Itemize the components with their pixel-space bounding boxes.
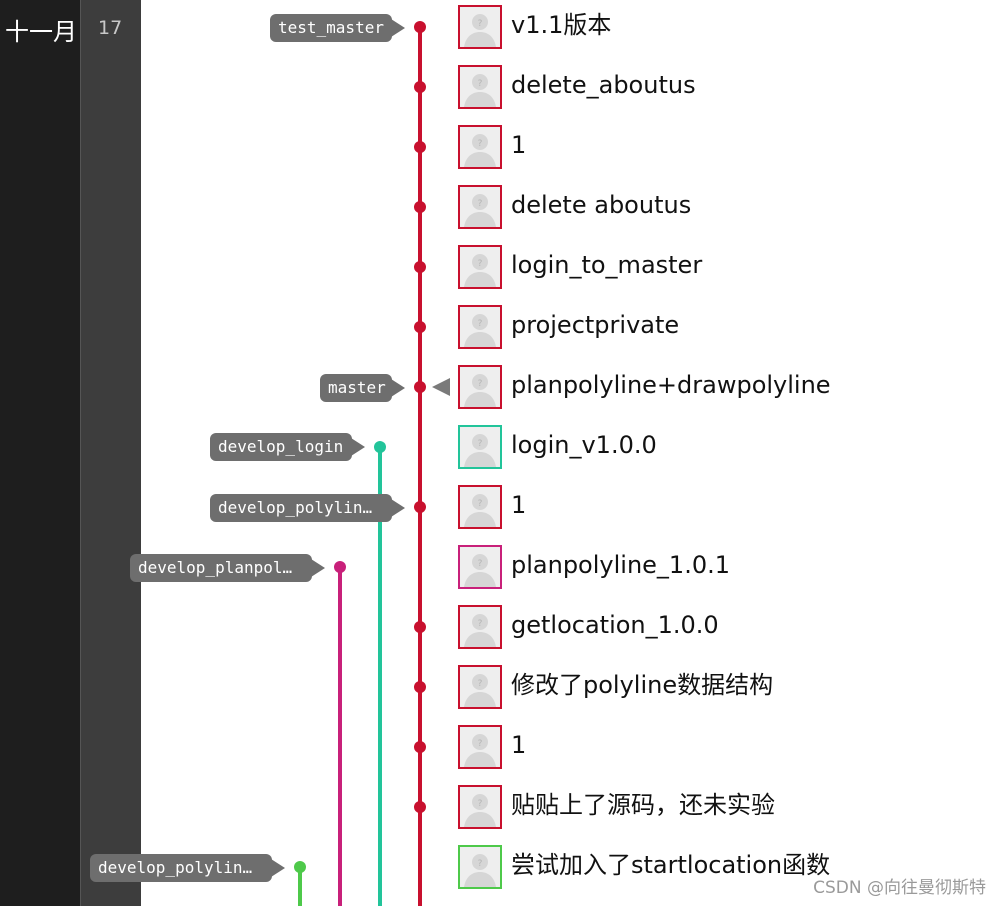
commit-row[interactable]: ? 1 (458, 485, 998, 529)
commit-message: 修改了polyline数据结构 (511, 671, 774, 699)
commit-dot (414, 321, 426, 333)
commit-dot (414, 681, 426, 693)
commit-row[interactable]: ? delete aboutus (458, 185, 998, 229)
commit-dot (294, 861, 306, 873)
commit-message: projectprivate (511, 311, 680, 339)
branch-tag-develop-planpol[interactable]: develop_planpol… (130, 554, 325, 582)
avatar-icon: ? (458, 245, 502, 289)
avatar-icon: ? (458, 845, 502, 889)
svg-text:?: ? (478, 499, 483, 509)
watermark: CSDN @向往曼彻斯特 (813, 878, 986, 898)
commit-row[interactable]: ? 1 (458, 725, 998, 769)
commit-message: v1.1版本 (511, 11, 612, 39)
commit-dot (414, 381, 426, 393)
avatar-icon: ? (458, 785, 502, 829)
svg-text:?: ? (478, 559, 483, 569)
commit-message: delete aboutus (511, 191, 692, 219)
commit-row[interactable]: ? login_to_master (458, 245, 998, 289)
commit-row[interactable]: ? v1.1版本 (458, 5, 998, 49)
avatar-icon: ? (458, 605, 502, 649)
avatar-icon: ? (458, 545, 502, 589)
avatar-icon: ? (458, 365, 502, 409)
avatar-icon: ? (458, 485, 502, 529)
commit-message: planpolyline_1.0.1 (511, 551, 730, 579)
head-pointer-icon (432, 378, 450, 396)
commit-dot (414, 801, 426, 813)
commit-dot (414, 621, 426, 633)
commit-dot (414, 741, 426, 753)
branch-tag-master[interactable]: master (320, 374, 405, 402)
commit-dot (414, 141, 426, 153)
commit-dot (414, 501, 426, 513)
commit-row[interactable]: ? 修改了polyline数据结构 (458, 665, 998, 709)
commit-dot (374, 441, 386, 453)
branch-tag-develop-polyline[interactable]: develop_polylin… (210, 494, 405, 522)
svg-text:?: ? (478, 619, 483, 629)
avatar-icon: ? (458, 425, 502, 469)
avatar-icon: ? (458, 725, 502, 769)
avatar-icon: ? (458, 185, 502, 229)
svg-text:?: ? (478, 799, 483, 809)
svg-text:?: ? (478, 319, 483, 329)
svg-text:?: ? (478, 259, 483, 269)
svg-text:?: ? (478, 859, 483, 869)
commit-row[interactable]: ? planpolyline_1.0.1 (458, 545, 998, 589)
commit-message: getlocation_1.0.0 (511, 611, 719, 639)
avatar-icon: ? (458, 125, 502, 169)
commit-row[interactable]: ? projectprivate (458, 305, 998, 349)
svg-text:?: ? (478, 439, 483, 449)
commit-row[interactable]: ? 1 (458, 125, 998, 169)
commit-dot (414, 21, 426, 33)
commit-dot (414, 201, 426, 213)
svg-text:?: ? (478, 379, 483, 389)
avatar-icon: ? (458, 665, 502, 709)
commit-row[interactable]: ? getlocation_1.0.0 (458, 605, 998, 649)
commit-message: 1 (511, 131, 527, 159)
commit-message: login_to_master (511, 251, 703, 279)
svg-text:?: ? (478, 739, 483, 749)
commit-message: 尝试加入了startlocation函数 (511, 851, 831, 879)
svg-text:?: ? (478, 199, 483, 209)
commit-message: login_v1.0.0 (511, 431, 657, 459)
commit-message: 1 (511, 491, 527, 519)
svg-text:?: ? (478, 139, 483, 149)
commit-dot (414, 81, 426, 93)
avatar-icon: ? (458, 305, 502, 349)
svg-text:?: ? (478, 19, 483, 29)
branch-tag-develop-polyline-2[interactable]: develop_polylin… (90, 854, 285, 882)
svg-text:?: ? (478, 679, 483, 689)
commit-message: planpolyline+drawpolyline (511, 371, 831, 399)
commit-dot (334, 561, 346, 573)
commit-row[interactable]: ? login_v1.0.0 (458, 425, 998, 469)
commit-row[interactable]: ? delete_aboutus (458, 65, 998, 109)
commit-row[interactable]: ? 贴贴上了源码，还未实验 (458, 785, 998, 829)
commit-message: 1 (511, 731, 527, 759)
commit-dot (414, 261, 426, 273)
commit-message: delete_aboutus (511, 71, 696, 99)
commit-row[interactable]: ? planpolyline+drawpolyline (458, 365, 998, 409)
branch-tag-test-master[interactable]: test_master (270, 14, 405, 42)
branch-tag-develop-login[interactable]: develop_login (210, 433, 365, 461)
commit-message: 贴贴上了源码，还未实验 (511, 791, 775, 819)
svg-text:?: ? (478, 79, 483, 89)
avatar-icon: ? (458, 65, 502, 109)
avatar-icon: ? (458, 5, 502, 49)
